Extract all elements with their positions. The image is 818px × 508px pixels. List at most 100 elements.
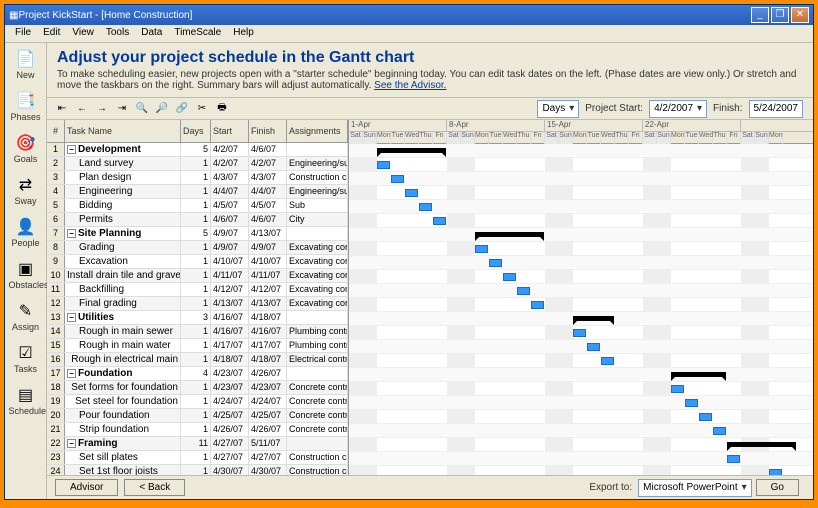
task-bar[interactable] <box>517 287 530 295</box>
collapse-icon[interactable]: − <box>67 439 76 448</box>
menu-data[interactable]: Data <box>135 25 168 42</box>
task-bar[interactable] <box>531 301 544 309</box>
task-bar[interactable] <box>713 427 726 435</box>
col-task[interactable]: Task Name <box>65 120 181 142</box>
task-bar[interactable] <box>769 469 782 475</box>
sidebar-new[interactable]: 📄New <box>9 47 43 87</box>
table-row[interactable]: 9Excavation14/10/074/10/07Excavating con… <box>47 255 348 269</box>
menu-tools[interactable]: Tools <box>100 25 135 42</box>
sidebar-assign[interactable]: ✎Assign <box>9 299 43 339</box>
finish-date[interactable]: 5/24/2007 <box>749 100 804 118</box>
sidebar-people[interactable]: 👤People <box>9 215 43 255</box>
table-row[interactable]: 20Pour foundation14/25/074/25/07Concrete… <box>47 409 348 423</box>
collapse-icon[interactable]: − <box>67 369 76 378</box>
table-row[interactable]: 2Land survey14/2/074/2/07Engineering/sur… <box>47 157 348 171</box>
gantt-row <box>349 186 813 200</box>
gantt-row <box>349 172 813 186</box>
gantt-row <box>349 368 813 382</box>
advisor-button[interactable]: Advisor <box>55 479 118 496</box>
task-bar[interactable] <box>587 343 600 351</box>
task-bar[interactable] <box>391 175 404 183</box>
task-bar[interactable] <box>601 357 614 365</box>
collapse-icon[interactable]: − <box>67 313 76 322</box>
gantt-row <box>349 270 813 284</box>
link-icon[interactable]: 🔗 <box>173 100 191 118</box>
task-bar[interactable] <box>475 245 488 253</box>
table-row[interactable]: 10Install drain tile and gravel14/11/074… <box>47 269 348 283</box>
outdent-left-icon[interactable]: ⇤ <box>53 100 71 118</box>
sidebar-obstacles[interactable]: ▣Obstacles <box>9 257 43 297</box>
task-bar[interactable] <box>433 217 446 225</box>
table-row[interactable]: 7−Site Planning54/9/074/13/07 <box>47 227 348 241</box>
menu-timescale[interactable]: TimeScale <box>168 25 227 42</box>
zoom-out-icon[interactable]: 🔎 <box>153 100 171 118</box>
table-row[interactable]: 4Engineering14/4/074/4/07Engineering/sur… <box>47 185 348 199</box>
task-bar[interactable] <box>573 329 586 337</box>
table-row[interactable]: 12Final grading14/13/074/13/07Excavating… <box>47 297 348 311</box>
titlebar: ▦ Project KickStart - [Home Construction… <box>5 5 813 25</box>
table-row[interactable]: 13−Utilities34/16/074/18/07 <box>47 311 348 325</box>
sidebar-goals[interactable]: 🎯Goals <box>9 131 43 171</box>
table-row[interactable]: 15Rough in main water14/17/074/17/07Plum… <box>47 339 348 353</box>
go-button[interactable]: Go <box>756 479 799 496</box>
advisor-link[interactable]: See the Advisor. <box>374 80 446 91</box>
menu-edit[interactable]: Edit <box>37 25 66 42</box>
sidebar-schedule[interactable]: ▤Schedule <box>9 383 43 423</box>
summary-bar <box>475 232 544 237</box>
menu-view[interactable]: View <box>66 25 100 42</box>
col-finish[interactable]: Finish <box>249 120 287 142</box>
toolbar: ⇤ ← → ⇥ 🔍 🔎 🔗 ✂ 🖶 Days▾ Project Start: 4… <box>47 98 813 120</box>
minimize-button[interactable]: _ <box>751 7 769 23</box>
project-start-date[interactable]: 4/2/2007▾ <box>649 100 707 118</box>
menu-help[interactable]: Help <box>227 25 260 42</box>
outdent-icon[interactable]: ← <box>73 100 91 118</box>
task-bar[interactable] <box>685 399 698 407</box>
task-bar[interactable] <box>405 189 418 197</box>
back-button[interactable]: < Back <box>124 479 185 496</box>
cut-icon[interactable]: ✂ <box>193 100 211 118</box>
sidebar-tasks[interactable]: ☑Tasks <box>9 341 43 381</box>
table-row[interactable]: 16Rough in electrical main14/18/074/18/0… <box>47 353 348 367</box>
table-row[interactable]: 22−Framing114/27/075/11/07 <box>47 437 348 451</box>
sidebar-phases[interactable]: 📑Phases <box>9 89 43 129</box>
indent-icon[interactable]: → <box>93 100 111 118</box>
table-row[interactable]: 17−Foundation44/23/074/26/07 <box>47 367 348 381</box>
col-assignments[interactable]: Assignments <box>287 120 348 142</box>
sidebar-sway[interactable]: ⇄Sway <box>9 173 43 213</box>
scale-dropdown[interactable]: Days▾ <box>537 100 579 118</box>
task-bar[interactable] <box>503 273 516 281</box>
table-row[interactable]: 21Strip foundation14/26/074/26/07Concret… <box>47 423 348 437</box>
task-bar[interactable] <box>489 259 502 267</box>
task-bar[interactable] <box>419 203 432 211</box>
collapse-icon[interactable]: − <box>67 145 76 154</box>
table-row[interactable]: 3Plan design14/3/074/3/07Construction co… <box>47 171 348 185</box>
summary-bar <box>573 316 614 321</box>
table-row[interactable]: 1−Development54/2/074/6/07 <box>47 143 348 157</box>
table-row[interactable]: 6Permits14/6/074/6/07City <box>47 213 348 227</box>
col-days[interactable]: Days <box>181 120 211 142</box>
table-row[interactable]: 11Backfilling14/12/074/12/07Excavating c… <box>47 283 348 297</box>
task-bar[interactable] <box>377 161 390 169</box>
task-bar[interactable] <box>727 455 740 463</box>
table-row[interactable]: 5Bidding14/5/074/5/07Sub <box>47 199 348 213</box>
col-start[interactable]: Start <box>211 120 249 142</box>
print-icon[interactable]: 🖶 <box>213 100 231 118</box>
menubar: FileEditViewToolsDataTimeScaleHelp <box>5 25 813 43</box>
zoom-in-icon[interactable]: 🔍 <box>133 100 151 118</box>
col-num[interactable]: # <box>47 120 65 142</box>
task-bar[interactable] <box>671 385 684 393</box>
table-row[interactable]: 14Rough in main sewer14/16/074/16/07Plum… <box>47 325 348 339</box>
menu-file[interactable]: File <box>9 25 37 42</box>
close-button[interactable]: ✕ <box>791 7 809 23</box>
table-row[interactable]: 23Set sill plates14/27/074/27/07Construc… <box>47 451 348 465</box>
table-row[interactable]: 24Set 1st floor joists14/30/074/30/07Con… <box>47 465 348 475</box>
table-row[interactable]: 18Set forms for foundation14/23/074/23/0… <box>47 381 348 395</box>
table-row[interactable]: 8Grading14/9/074/9/07Excavating contract… <box>47 241 348 255</box>
collapse-icon[interactable]: − <box>67 229 76 238</box>
table-row[interactable]: 19Set steel for foundation14/24/074/24/0… <box>47 395 348 409</box>
maximize-button[interactable]: ❐ <box>771 7 789 23</box>
task-bar[interactable] <box>699 413 712 421</box>
export-dropdown[interactable]: Microsoft PowerPoint▾ <box>638 479 752 497</box>
indent-right-icon[interactable]: ⇥ <box>113 100 131 118</box>
gantt-row <box>349 354 813 368</box>
